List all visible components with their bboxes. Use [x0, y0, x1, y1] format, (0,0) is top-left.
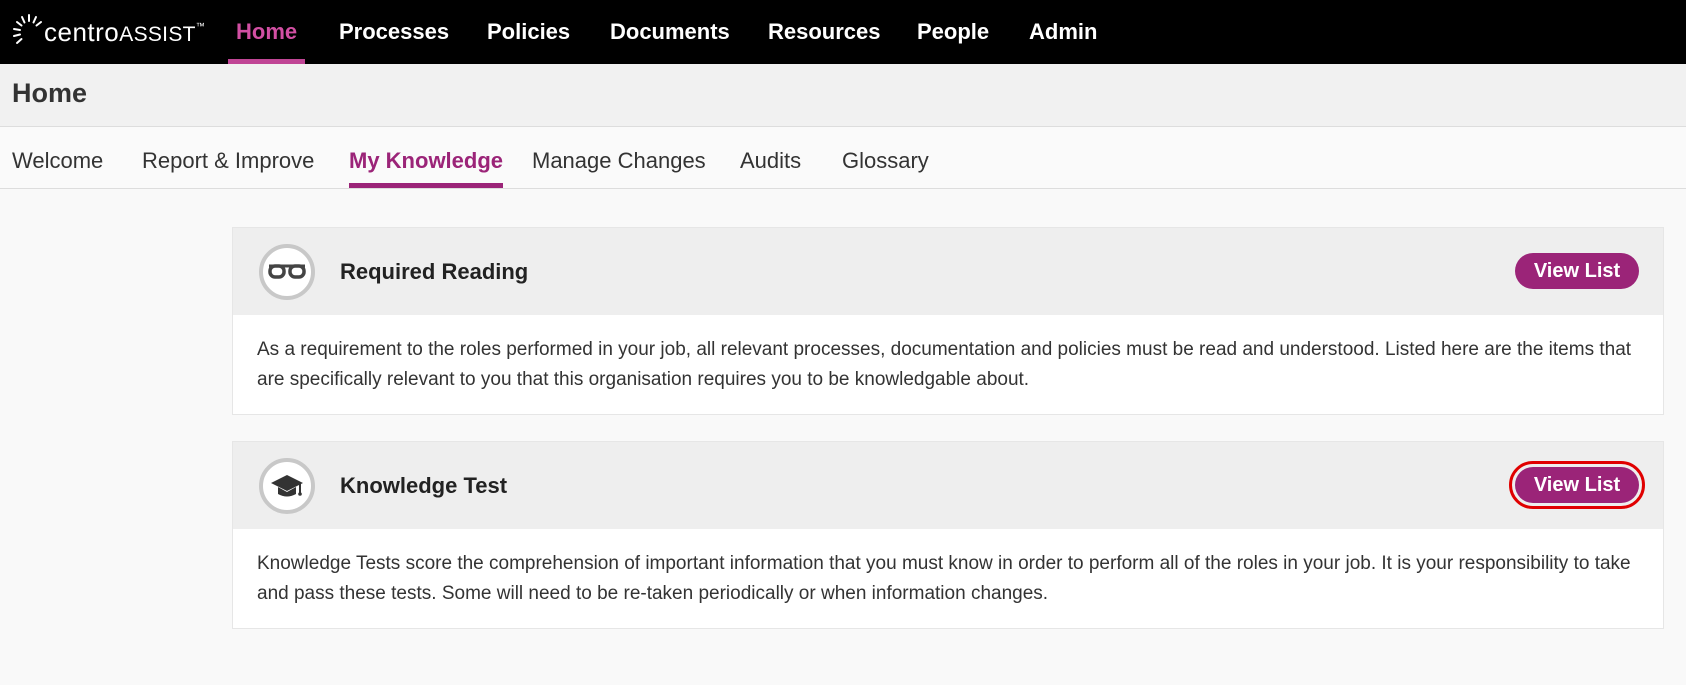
card-description: Knowledge Tests score the comprehension …	[257, 553, 1631, 604]
tab-audits[interactable]: Audits	[740, 127, 801, 189]
nav-documents[interactable]: Documents	[610, 0, 730, 64]
required-reading-view-list-button[interactable]: View List	[1515, 253, 1639, 289]
nav-admin[interactable]: Admin	[1029, 0, 1097, 64]
tab-report-improve[interactable]: Report & Improve	[142, 127, 314, 189]
logo-wordmark: centroASSIST™	[44, 16, 206, 47]
nav-home[interactable]: Home	[227, 0, 306, 64]
nav-people[interactable]: People	[917, 0, 989, 64]
centroassist-logo[interactable]: centroASSIST™	[12, 12, 205, 52]
sunburst-logo-icon	[13, 14, 42, 44]
nav-policies[interactable]: Policies	[487, 0, 570, 64]
card-header: Knowledge Test View List	[233, 442, 1663, 529]
tab-welcome[interactable]: Welcome	[12, 127, 103, 189]
sub-navigation-tabs: Welcome Report & Improve My Knowledge Ma…	[0, 127, 1686, 189]
glasses-icon	[259, 244, 315, 300]
tab-manage-changes[interactable]: Manage Changes	[532, 127, 706, 189]
card-header: Required Reading View List	[233, 228, 1663, 315]
page-title: Home	[12, 78, 88, 108]
tab-my-knowledge[interactable]: My Knowledge	[349, 127, 504, 189]
page-header: Home	[0, 64, 1686, 127]
graduation-cap-icon	[259, 458, 315, 514]
knowledge-test-view-list-button[interactable]: View List	[1509, 461, 1645, 509]
knowledge-test-card: Knowledge Test View List Knowledge Tests…	[232, 441, 1664, 629]
top-navigation-bar: centroASSIST™ Home Processes Policies Do…	[0, 0, 1686, 64]
nav-processes[interactable]: Processes	[339, 0, 449, 64]
nav-resources[interactable]: Resources	[768, 0, 881, 64]
card-title: Required Reading	[340, 259, 529, 284]
tab-glossary[interactable]: Glossary	[842, 127, 929, 189]
required-reading-card: Required Reading View List As a requirem…	[232, 227, 1664, 415]
card-description: As a requirement to the roles performed …	[257, 339, 1632, 390]
card-title: Knowledge Test	[340, 473, 508, 498]
